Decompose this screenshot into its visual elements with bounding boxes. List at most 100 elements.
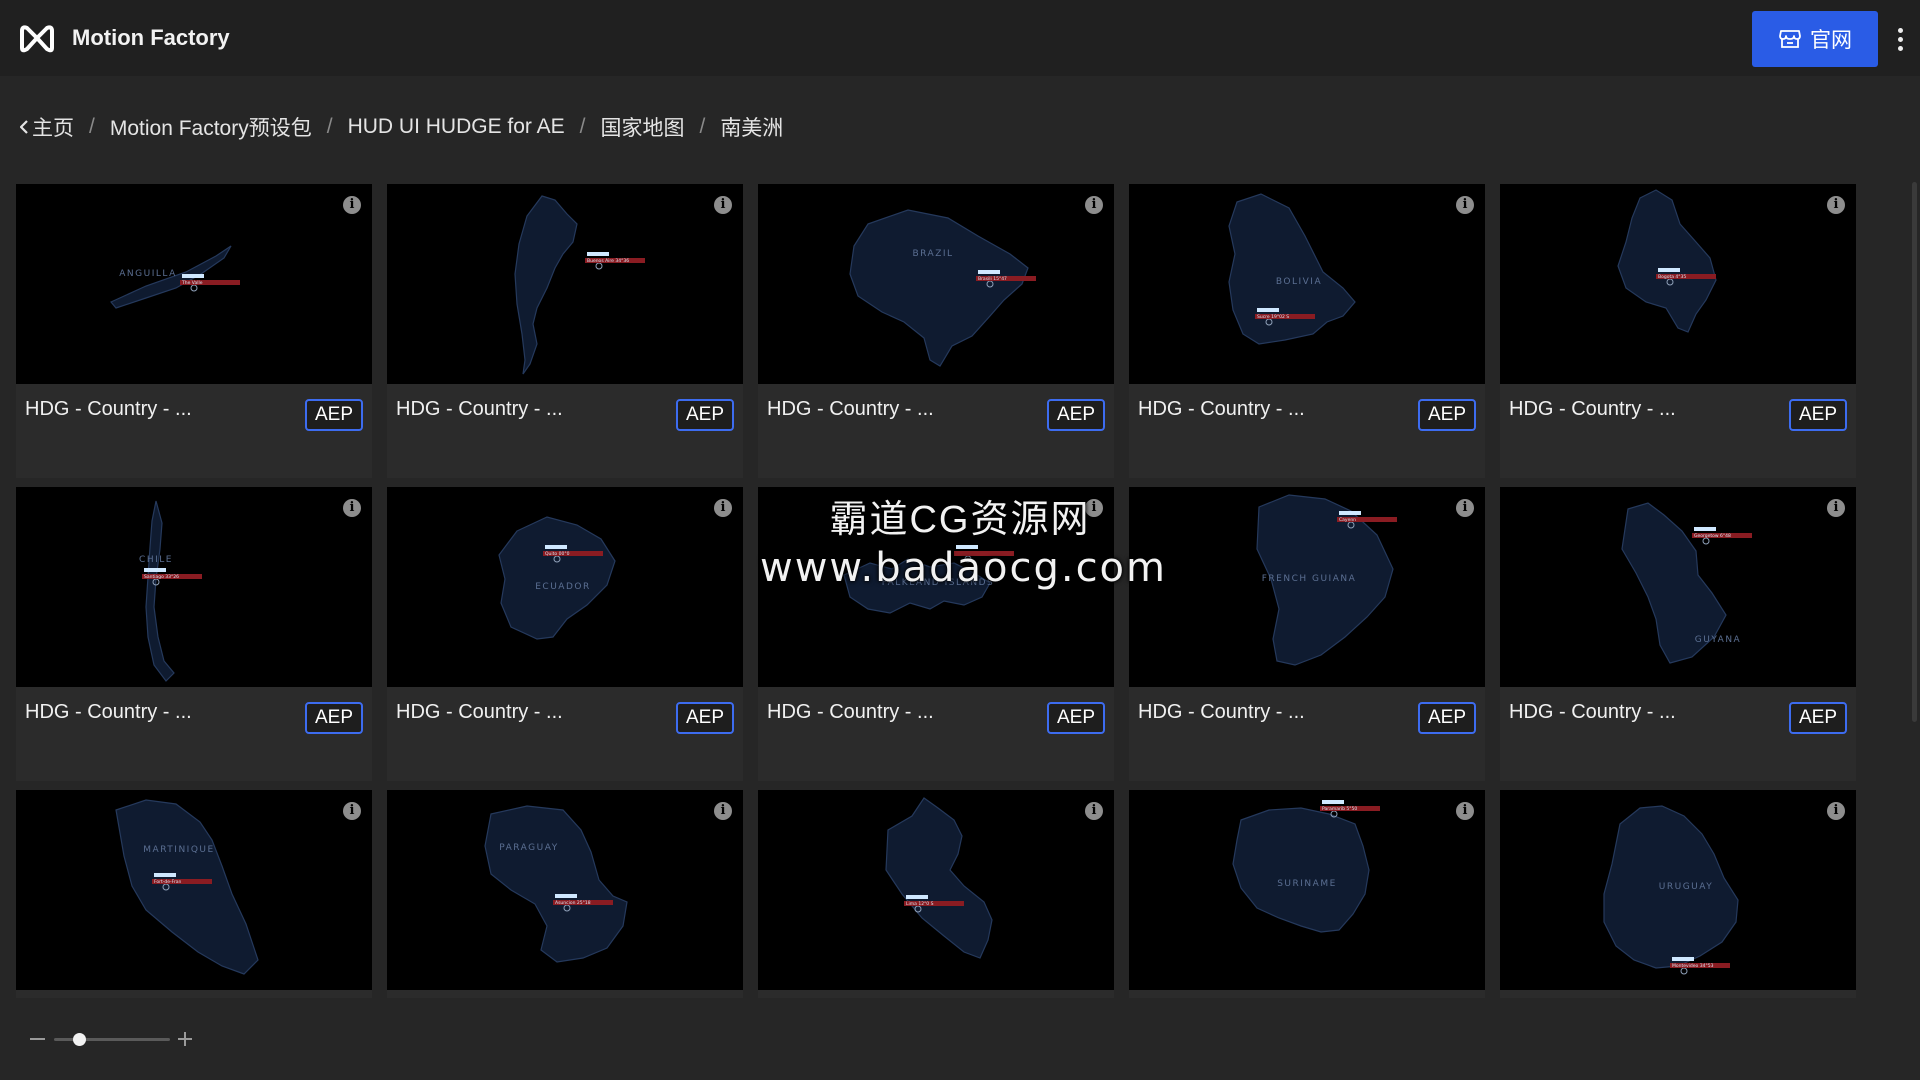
country-name-label: ECUADOR <box>535 582 590 592</box>
chevron-left-icon[interactable] <box>20 120 28 134</box>
info-icon[interactable]: i <box>1456 196 1474 214</box>
label-highlight <box>555 894 577 898</box>
more-vertical-icon[interactable] <box>1890 24 1910 54</box>
file-type-badge: AEP <box>1417 399 1476 431</box>
label-strip <box>954 551 1014 556</box>
asset-thumbnail[interactable]: Sucre 19°02 S BOLIVIA i <box>1129 184 1485 384</box>
asset-card[interactable]: Paramarib 5°50 SURINAME i <box>1129 790 1485 998</box>
asset-card[interactable]: Asuncion 25°18 PARAGUAY i <box>387 790 743 998</box>
label-highlight <box>906 895 928 899</box>
asset-thumbnail[interactable]: Montevideo 34°53 URUGUAY i <box>1500 790 1856 990</box>
country-outline <box>849 209 1029 367</box>
asset-thumbnail[interactable]: Santiago 33°26 CHILE i <box>16 487 372 687</box>
label-highlight <box>1257 308 1279 312</box>
store-icon <box>1779 30 1801 48</box>
card-title: HDG - Country - ... <box>1509 398 1676 420</box>
label-highlight <box>1694 527 1716 531</box>
asset-thumbnail[interactable]: Brasili 15°47 BRAZIL i <box>758 184 1114 384</box>
country-outline <box>514 195 578 375</box>
plus-icon[interactable] <box>178 1032 192 1046</box>
label-highlight <box>956 545 978 549</box>
asset-thumbnail[interactable]: Buenos Aire 34°36 i <box>387 184 743 384</box>
label-highlight <box>154 873 176 877</box>
asset-card[interactable]: Lima 12°0 S i <box>758 790 1114 998</box>
zoom-slider-handle[interactable] <box>72 1033 86 1046</box>
asset-thumbnail[interactable]: Quito 00°0 ECUADOR i <box>387 487 743 687</box>
country-name-label: URUGUAY <box>1659 882 1713 892</box>
breadcrumb-south-america[interactable]: 南美洲 <box>720 112 783 142</box>
info-icon[interactable]: i <box>1085 499 1103 517</box>
capital-label: Paramarib 5°50 <box>1322 806 1357 812</box>
country-outline <box>145 500 175 682</box>
info-icon[interactable]: i <box>714 802 732 820</box>
country-map-preview: The Valle ANGUILLA <box>110 245 240 309</box>
zoom-slider[interactable] <box>54 1038 170 1041</box>
label-highlight <box>1658 268 1680 272</box>
asset-card[interactable]: Montevideo 34°53 URUGUAY i <box>1500 790 1856 998</box>
country-map-preview: Brasili 15°47 BRAZIL <box>849 209 1036 367</box>
asset-card[interactable]: Fort-de-Fran MARTINIQUE i <box>16 790 372 998</box>
breadcrumb-home[interactable]: 主页 <box>32 112 74 142</box>
label-highlight <box>1322 800 1344 804</box>
official-site-button[interactable]: 官网 <box>1752 11 1878 67</box>
asset-card[interactable]: Buenos Aire 34°36 i HDG - Country - ... AEP <box>387 184 743 478</box>
country-name-label: GUYANA <box>1695 635 1741 645</box>
file-type-badge: AEP <box>304 702 363 734</box>
asset-card[interactable]: Quito 00°0 ECUADOR i HDG - Country - ... AEP <box>387 487 743 781</box>
file-type-badge: AEP <box>1788 702 1847 734</box>
country-map-preview: Lima 12°0 S <box>885 797 993 959</box>
country-name-label: PARAGUAY <box>499 843 558 853</box>
asset-card[interactable]: Brasili 15°47 BRAZIL i HDG - Country - ... A… <box>758 184 1114 478</box>
info-icon[interactable]: i <box>343 802 361 820</box>
minus-icon[interactable] <box>30 1038 45 1040</box>
breadcrumb-preset-pack[interactable]: Motion Factory预设包 <box>110 112 312 142</box>
country-map-preview: Sucre 19°02 S BOLIVIA <box>1228 193 1356 345</box>
asset-thumbnail[interactable]: Fort-de-Fran MARTINIQUE i <box>16 790 372 990</box>
info-icon[interactable]: i <box>1085 196 1103 214</box>
country-name-label: SURINAME <box>1277 879 1337 889</box>
asset-card[interactable]: Georgetow 6°48 GUYANA i HDG - Country - ...… <box>1500 487 1856 781</box>
asset-thumbnail[interactable]: Cayenn FRENCH GUIANA i <box>1129 487 1485 687</box>
info-icon[interactable]: i <box>1456 802 1474 820</box>
info-icon[interactable]: i <box>1827 499 1845 517</box>
info-icon[interactable]: i <box>1827 196 1845 214</box>
zoom-bar <box>0 998 1920 1080</box>
breadcrumb-hud-pack[interactable]: HUD UI HUDGE for AE <box>348 115 565 139</box>
capital-label: Georgetow 6°48 <box>1694 533 1731 539</box>
asset-thumbnail[interactable]: FALKLAND ISLANDS i <box>758 487 1114 687</box>
info-icon[interactable]: i <box>1456 499 1474 517</box>
asset-thumbnail[interactable]: Georgetow 6°48 GUYANA i <box>1500 487 1856 687</box>
asset-card[interactable]: Cayenn FRENCH GUIANA i HDG - Country - ... A… <box>1129 487 1485 781</box>
card-title: HDG - Country - ... <box>767 398 934 420</box>
asset-thumbnail[interactable]: Paramarib 5°50 SURINAME i <box>1129 790 1485 990</box>
asset-card[interactable]: The Valle ANGUILLA i HDG - Country - ... AEP <box>16 184 372 478</box>
asset-thumbnail[interactable]: Bogota 4°35 i <box>1500 184 1856 384</box>
country-name-label: CHILE <box>139 555 173 565</box>
breadcrumb-separator: / <box>89 115 95 138</box>
file-type-badge: AEP <box>1046 702 1105 734</box>
grid-scrollbar[interactable] <box>1912 182 1917 722</box>
info-icon[interactable]: i <box>714 499 732 517</box>
motion-factory-logo-icon[interactable] <box>18 22 56 54</box>
country-map-preview: Buenos Aire 34°36 <box>514 195 645 375</box>
asset-card[interactable]: Santiago 33°26 CHILE i HDG - Country - ... A… <box>16 487 372 781</box>
asset-card[interactable]: Bogota 4°35 i HDG - Country - ... AEP <box>1500 184 1856 478</box>
top-bar: Motion Factory 官网 <box>0 0 1920 76</box>
asset-thumbnail[interactable]: Asuncion 25°18 PARAGUAY i <box>387 790 743 990</box>
official-site-label: 官网 <box>1810 29 1852 52</box>
label-highlight <box>182 274 204 278</box>
label-highlight <box>545 545 567 549</box>
country-outline <box>1232 807 1370 933</box>
breadcrumb-country-maps[interactable]: 国家地图 <box>600 112 684 142</box>
info-icon[interactable]: i <box>343 196 361 214</box>
info-icon[interactable]: i <box>714 196 732 214</box>
asset-card[interactable]: Sucre 19°02 S BOLIVIA i HDG - Country - ...… <box>1129 184 1485 478</box>
info-icon[interactable]: i <box>1085 802 1103 820</box>
info-icon[interactable]: i <box>1827 802 1845 820</box>
asset-thumbnail[interactable]: The Valle ANGUILLA i <box>16 184 372 384</box>
asset-thumbnail[interactable]: Lima 12°0 S i <box>758 790 1114 990</box>
app-title: Motion Factory <box>72 25 230 50</box>
asset-card[interactable]: FALKLAND ISLANDS i HDG - Country - ... AEP <box>758 487 1114 781</box>
country-map-preview: Georgetow 6°48 GUYANA <box>1621 502 1752 664</box>
info-icon[interactable]: i <box>343 499 361 517</box>
